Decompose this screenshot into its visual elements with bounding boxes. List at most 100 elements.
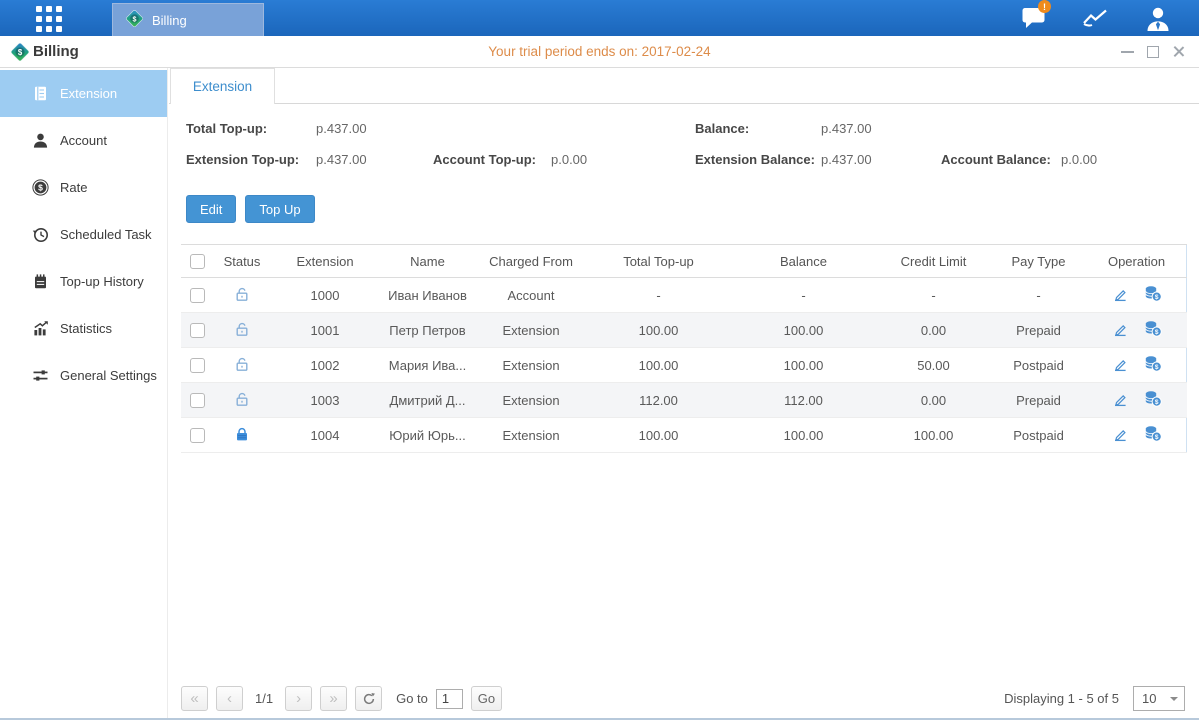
cell-name: Мария Ива... [379,348,476,383]
cell-credit-limit: 100.00 [876,418,991,453]
person-icon [32,132,49,149]
column-credit-limit: Credit Limit [876,245,991,278]
topup-coins-icon[interactable]: $ [1144,320,1162,337]
edit-icon[interactable] [1112,321,1128,337]
cell-extension: 1001 [271,313,379,348]
cell-credit-limit: 50.00 [876,348,991,383]
sidebar-item-extension[interactable]: Extension [0,70,167,117]
row-checkbox[interactable] [190,393,205,408]
first-page-button[interactable]: « [181,686,208,711]
goto-page-input[interactable] [436,689,463,709]
edit-icon[interactable] [1112,356,1128,372]
svg-text:$: $ [1154,364,1158,371]
main-content: Extension Total Top-up: p.437.00 Balance… [169,68,1199,720]
svg-text:$: $ [133,15,137,23]
clock-history-icon [32,226,49,243]
cell-pay-type: Prepaid [991,383,1086,418]
sidebar-item-rate[interactable]: $ Rate [0,164,167,211]
table-row: 1004 Юрий Юрь... Extension 100.00 100.00… [181,418,1187,453]
sidebar-item-scheduled-task[interactable]: Scheduled Task [0,211,167,258]
edit-button[interactable]: Edit [186,195,236,223]
topup-coins-icon[interactable]: $ [1144,390,1162,407]
cell-pay-type: Prepaid [991,313,1086,348]
edit-icon[interactable] [1112,286,1128,302]
notification-badge: ! [1038,0,1051,13]
row-checkbox[interactable] [190,323,205,338]
top-navigation-bar: $ Billing ! [0,0,1199,36]
user-icon[interactable] [1143,4,1173,32]
sliders-icon [32,367,49,384]
notebook-icon [32,273,49,290]
edit-icon[interactable] [1112,391,1128,407]
close-icon[interactable] [1172,45,1185,58]
sidebar-item-statistics[interactable]: Statistics [0,305,167,352]
last-page-button[interactable]: » [320,686,347,711]
chat-icon[interactable]: ! [1019,4,1049,32]
extension-topup-label: Extension Top-up: [186,152,299,167]
sidebar-item-label: Statistics [60,321,112,336]
cell-total-topup: 112.00 [586,383,731,418]
cell-charged-from: Account [476,278,586,313]
table-row: 1003 Дмитрий Д... Extension 112.00 112.0… [181,383,1187,418]
tab-strip: Extension [169,68,1199,104]
column-total-topup: Total Top-up [586,245,731,278]
svg-text:$: $ [1154,399,1158,406]
top-up-button[interactable]: Top Up [245,195,314,223]
row-checkbox[interactable] [190,358,205,373]
topup-coins-icon[interactable]: $ [1144,285,1162,302]
window-title-bar: $ Billing Your trial period ends on: 201… [0,36,1199,68]
cell-name: Юрий Юрь... [379,418,476,453]
cell-total-topup: 100.00 [586,313,731,348]
cell-total-topup: - [586,278,731,313]
row-checkbox[interactable] [190,288,205,303]
pagination-bar: « ‹ 1/1 › » Go to Go Displaying 1 - 5 of… [181,685,1185,712]
billing-diamond-icon: $ [125,9,144,31]
extension-balance-label: Extension Balance: [695,152,815,167]
chevron-down-icon [1170,697,1178,705]
cell-extension: 1003 [271,383,379,418]
tab-extension[interactable]: Extension [170,68,275,104]
cell-balance: - [731,278,876,313]
total-topup-label: Total Top-up: [186,121,267,136]
topbar-billing-tab[interactable]: $ Billing [112,3,264,36]
svg-text:$: $ [38,183,43,193]
table-row: 1001 Петр Петров Extension 100.00 100.00… [181,313,1187,348]
svg-text:$: $ [1154,329,1158,336]
cell-charged-from: Extension [476,313,586,348]
select-all-checkbox[interactable] [190,254,205,269]
line-chart-icon[interactable] [1081,4,1111,32]
status-unlocked-icon [234,286,250,302]
table-header-row: Status Extension Name Charged From Total… [181,245,1187,278]
next-page-button[interactable]: › [285,686,312,711]
refresh-button[interactable] [355,686,382,711]
go-button[interactable]: Go [471,686,502,711]
displaying-status: Displaying 1 - 5 of 5 [1004,691,1119,706]
app-grid-icon[interactable] [36,6,62,32]
minimize-icon[interactable] [1121,51,1134,53]
cell-total-topup: 100.00 [586,348,731,383]
prev-page-button[interactable]: ‹ [216,686,243,711]
sidebar-item-account[interactable]: Account [0,117,167,164]
balance-value: p.437.00 [821,121,872,136]
cell-total-topup: 100.00 [586,418,731,453]
account-topup-label: Account Top-up: [433,152,536,167]
column-extension: Extension [271,245,379,278]
status-locked-icon [234,426,250,442]
cell-name: Иван Иванов [379,278,476,313]
cell-charged-from: Extension [476,348,586,383]
topup-coins-icon[interactable]: $ [1144,355,1162,372]
page-indicator: 1/1 [255,691,273,706]
sidebar-item-general-settings[interactable]: General Settings [0,352,167,399]
topup-coins-icon[interactable]: $ [1144,425,1162,442]
row-checkbox[interactable] [190,428,205,443]
sidebar-item-label: Rate [60,180,87,195]
cell-balance: 100.00 [731,348,876,383]
cell-credit-limit: 0.00 [876,313,991,348]
topbar-tab-label: Billing [152,13,187,28]
sidebar-item-topup-history[interactable]: Top-up History [0,258,167,305]
page-size-select[interactable]: 10 [1133,686,1185,711]
sidebar-item-label: Extension [60,86,117,101]
edit-icon[interactable] [1112,426,1128,442]
cell-name: Петр Петров [379,313,476,348]
maximize-icon[interactable] [1147,46,1159,58]
